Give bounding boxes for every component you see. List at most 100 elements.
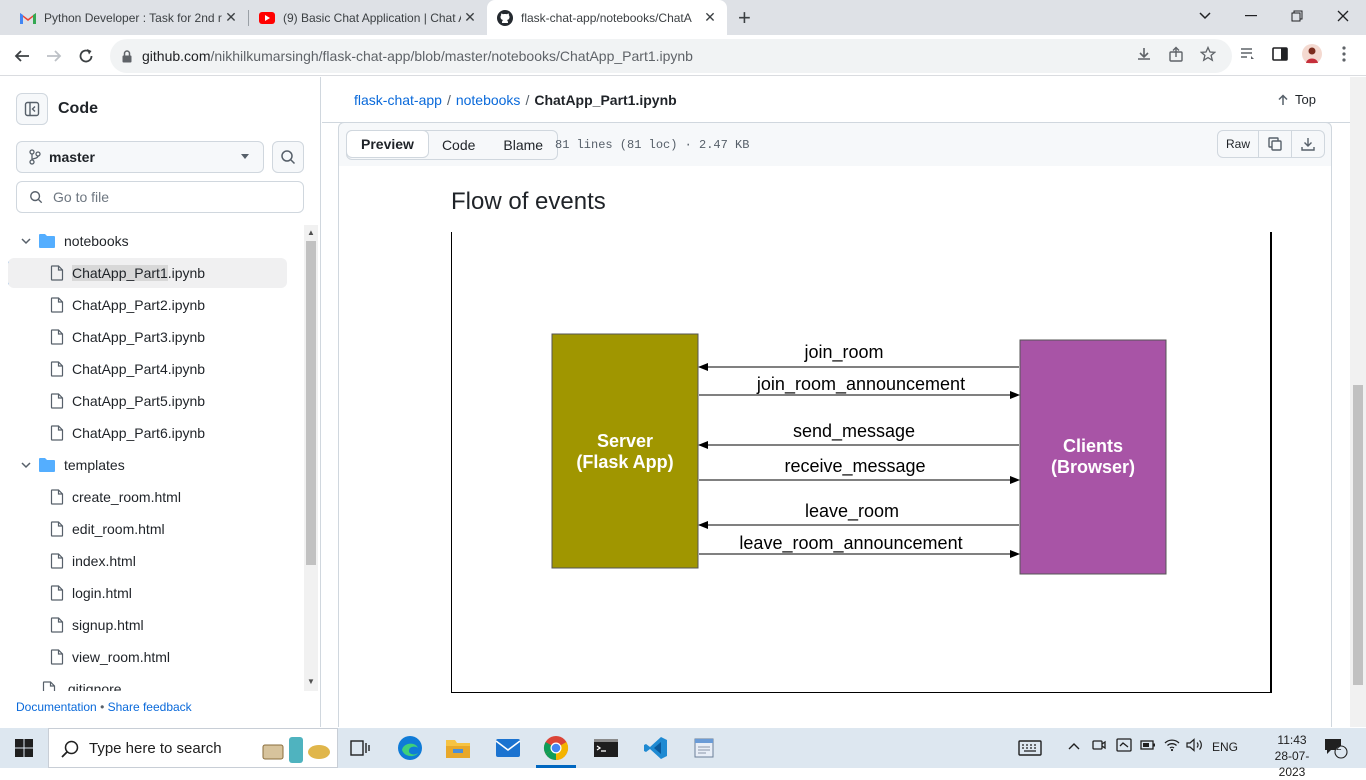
browser-tab-github[interactable]: flask-chat-app/notebooks/ChatA ✕ [487,0,727,35]
copy-raw-button[interactable] [1258,131,1291,157]
forward-icon[interactable] [40,42,68,70]
tab-search-icon[interactable] [1182,0,1228,32]
bookmark-star-icon[interactable] [1198,44,1218,64]
server-label-line2: (Flask App) [576,452,673,472]
reading-list-icon[interactable] [1238,44,1258,64]
event-label: leave_room [805,501,899,522]
tree-file-chatapp-part4[interactable]: ChatApp_Part4.ipynb [8,354,287,384]
address-bar[interactable]: github.com/nikhilkumarsingh/flask-chat-a… [110,39,1232,73]
download-raw-button[interactable] [1291,131,1324,157]
menu-kebab-icon[interactable] [1334,44,1354,64]
file-header-bar: Preview Code Blame 81 lines (81 loc) · 2… [338,122,1332,166]
close-tab-icon[interactable]: ✕ [461,9,479,26]
download-icon [1301,138,1315,151]
branch-selector[interactable]: master [16,141,264,173]
tree-file-create-room[interactable]: create_room.html [8,482,287,512]
clients-label-line1: Clients [1063,436,1123,456]
tree-item-label: ChatApp_Part2.ipynb [72,297,206,313]
tree-file-chatapp-part5[interactable]: ChatApp_Part5.ipynb [8,386,287,416]
close-tab-icon[interactable]: ✕ [222,9,240,26]
tree-file-edit-room[interactable]: edit_room.html [8,514,287,544]
file-icon [50,617,64,633]
collapse-sidebar-button[interactable] [16,93,48,125]
input-language[interactable]: ENG [1212,740,1238,754]
tab-blame[interactable]: Blame [489,131,557,159]
clients-label-line2: (Browser) [1051,457,1135,477]
browser-tab-gmail[interactable]: Python Developer : Task for 2nd r ✕ [0,0,248,35]
breadcrumb-folder-link[interactable]: notebooks [456,92,521,108]
tree-item-label: index.html [72,553,136,569]
windows-start-icon[interactable] [10,734,38,762]
scroll-up-icon[interactable]: ▲ [307,228,315,237]
file-info: 81 lines (81 loc) · 2.47 KB [555,138,750,152]
search-code-button[interactable] [272,141,304,173]
tree-file-gitignore[interactable]: .gitignore [8,674,287,691]
profile-avatar[interactable] [1302,44,1322,64]
page-scrollbar[interactable] [1350,77,1366,727]
browser-tab-youtube[interactable]: (9) Basic Chat Application | Chat A ✕ [249,0,487,35]
mail-icon[interactable] [494,734,522,762]
new-tab-button[interactable]: + [738,5,751,31]
raw-button[interactable]: Raw [1218,131,1258,157]
onedrive-icon[interactable] [1116,738,1132,755]
scroll-down-icon[interactable]: ▼ [307,677,315,686]
event-label: join_room [803,342,883,363]
keyboard-icon[interactable] [1016,734,1044,762]
taskbar-search-box[interactable]: Type here to search [48,728,338,768]
reload-icon[interactable] [72,42,100,70]
server-label-line1: Server [597,431,653,451]
go-to-file-input[interactable]: Go to file [16,181,304,213]
task-view-icon[interactable] [346,734,374,762]
clock-time: 11:43 [1277,733,1307,747]
windows-taskbar: Type here to search ENG 11:43 28-07-2023… [0,728,1366,779]
edge-browser-icon[interactable] [396,734,424,762]
close-window-icon[interactable] [1320,0,1366,32]
terminal-icon[interactable] [592,734,620,762]
documentation-link[interactable]: Documentation [16,700,97,714]
chrome-icon[interactable] [542,734,570,762]
download-icon[interactable] [1134,44,1154,64]
file-tree-scrollbar[interactable]: ▲ ▼ [304,225,318,691]
file-explorer-icon[interactable] [444,734,472,762]
minimize-icon[interactable] [1228,0,1274,32]
scrollbar-thumb[interactable] [1353,385,1363,685]
tree-file-signup[interactable]: signup.html [8,610,287,640]
event-arrows: join_room join_room_announcement send_mess… [698,342,1020,558]
tree-file-view-room[interactable]: view_room.html [8,642,287,672]
tree-file-chatapp-part6[interactable]: ChatApp_Part6.ipynb [8,418,287,448]
system-clock[interactable]: 11:43 28-07-2023 [1262,732,1322,780]
tree-folder-notebooks[interactable]: notebooks [8,226,287,256]
meet-now-icon[interactable] [1092,738,1106,755]
side-panel-icon[interactable] [1270,44,1290,64]
tree-folder-templates[interactable]: templates [8,450,287,480]
branch-name: master [49,149,95,165]
view-mode-segmented-control: Preview Code Blame [346,130,559,160]
restore-icon[interactable] [1274,0,1320,32]
share-icon[interactable] [1166,44,1186,64]
notification-center-icon[interactable]: 2 [1322,734,1350,762]
tree-file-login[interactable]: login.html [8,578,287,608]
tree-file-chatapp-part1[interactable]: ChatApp_Part1.ipynb [8,258,287,288]
tree-file-chatapp-part2[interactable]: ChatApp_Part2.ipynb [8,290,287,320]
tree-item-label: view_room.html [72,649,171,665]
close-tab-icon[interactable]: ✕ [701,9,719,26]
volume-icon[interactable] [1186,738,1204,755]
vscode-icon[interactable] [642,734,670,762]
battery-icon[interactable] [1140,738,1156,755]
folder-icon [39,458,55,472]
share-feedback-link[interactable]: Share feedback [108,700,192,714]
breadcrumb-repo-link[interactable]: flask-chat-app [354,92,442,108]
chevron-up-icon[interactable] [1068,738,1080,753]
file-viewer-main: flask-chat-app / notebooks / ChatApp_Part1.i… [322,77,1350,727]
tree-file-index[interactable]: index.html [8,546,287,576]
tab-preview[interactable]: Preview [346,130,429,158]
scrollbar-thumb[interactable] [306,241,316,565]
tree-file-chatapp-part3[interactable]: ChatApp_Part3.ipynb [8,322,287,352]
top-button[interactable]: Top [1277,92,1316,107]
tree-item-label: templates [64,457,125,473]
back-icon[interactable] [8,42,36,70]
wifi-icon[interactable] [1164,738,1180,755]
tab-code[interactable]: Code [428,131,489,159]
gmail-icon [20,10,36,26]
notepad-app-icon[interactable] [690,734,718,762]
